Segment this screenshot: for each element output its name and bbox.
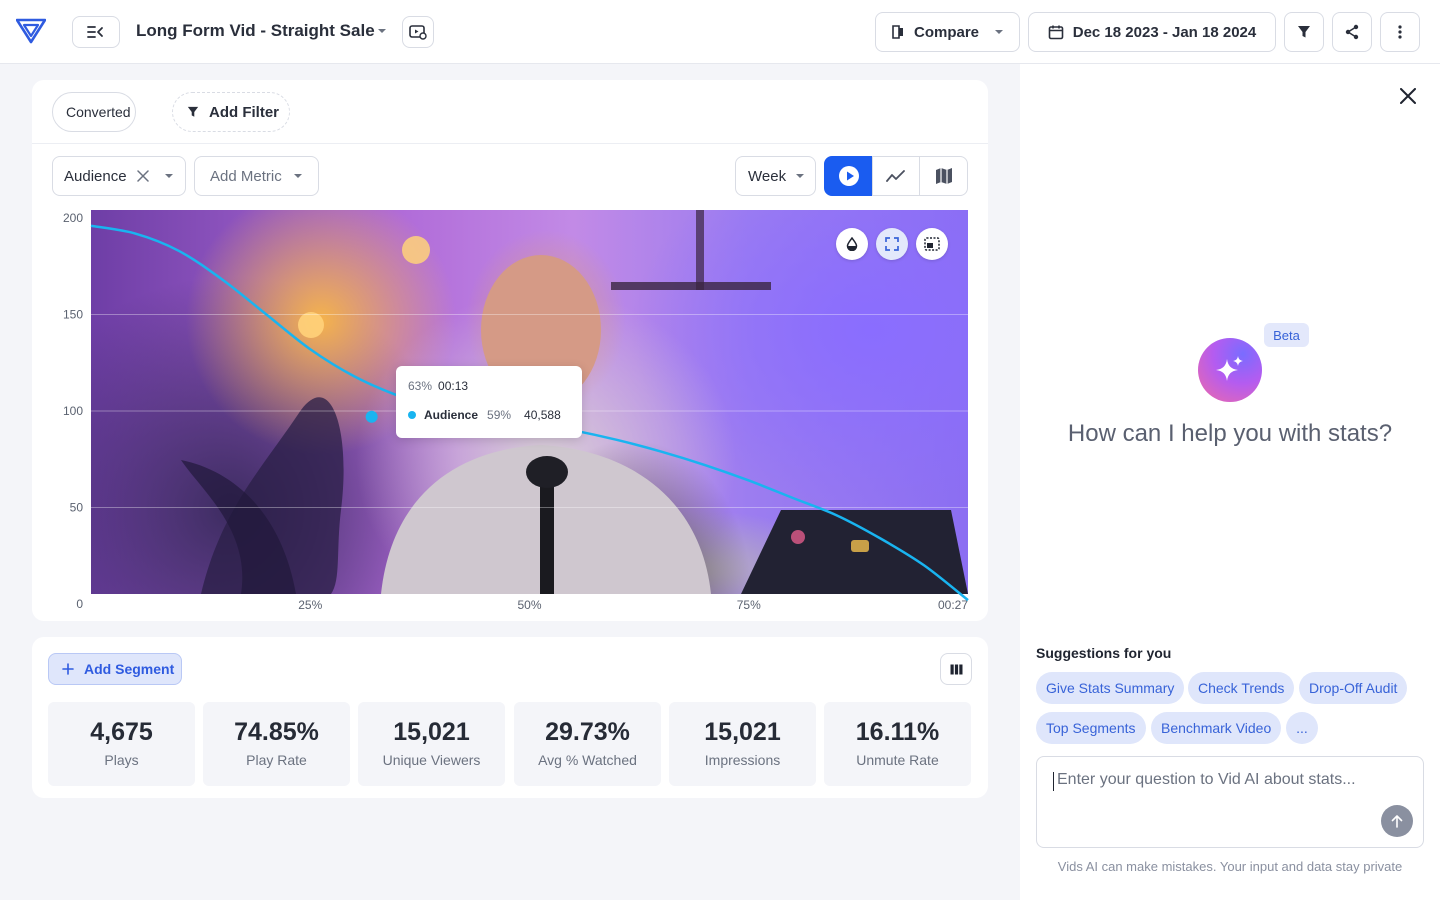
suggestion-chip-benchmark[interactable]: Benchmark Video xyxy=(1151,712,1282,744)
tooltip-time: 00:13 xyxy=(438,379,469,393)
stat-play-rate: 74.85% Play Rate xyxy=(203,702,350,786)
stat-value: 29.73% xyxy=(545,718,630,746)
share-icon xyxy=(1345,24,1359,40)
plus-icon xyxy=(62,663,74,675)
stat-unmute-rate: 16.11% Unmute Rate xyxy=(824,702,971,786)
tooltip-series-dot xyxy=(408,411,416,419)
suggestion-chip-drop-off[interactable]: Drop-Off Audit xyxy=(1299,672,1408,704)
retention-chart: 200 150 100 50 0 25% 50% 75% 00:27 xyxy=(63,211,969,612)
tooltip-value: 40,588 xyxy=(524,408,561,422)
tooltip-series-name: Audience xyxy=(424,408,479,422)
cursor-caret xyxy=(1053,772,1054,791)
close-icon[interactable] xyxy=(1400,88,1416,104)
y-tick-label: 150 xyxy=(63,308,83,322)
more-options-button[interactable] xyxy=(1380,12,1420,52)
y-tick-label: 100 xyxy=(63,404,83,418)
more-vertical-icon xyxy=(1398,25,1402,39)
ai-question-box[interactable]: Enter your question to Vid AI about stat… xyxy=(1036,756,1424,848)
columns-button[interactable] xyxy=(940,653,972,685)
stat-value: 4,675 xyxy=(90,718,153,746)
arrow-up-icon xyxy=(1391,815,1403,828)
suggestion-chip-top-segments[interactable]: Top Segments xyxy=(1036,712,1146,744)
stat-value: 74.85% xyxy=(234,718,319,746)
hover-point[interactable] xyxy=(365,410,378,423)
calendar-icon xyxy=(1048,25,1064,40)
y-tick-label: 200 xyxy=(63,211,83,225)
stat-value: 15,021 xyxy=(393,718,470,746)
ai-heading: How can I help you with stats? xyxy=(1067,420,1393,447)
chart-tooltip: 63% 00:13 Audience 59% 40,588 xyxy=(396,366,582,438)
stat-label: Avg % Watched xyxy=(538,752,637,768)
stat-impressions: 15,021 Impressions xyxy=(669,702,816,786)
date-range-label: Dec 18 2023 - Jan 18 2024 xyxy=(1072,23,1257,41)
date-range-picker[interactable]: Dec 18 2023 - Jan 18 2024 xyxy=(1028,12,1276,52)
stat-plays: 4,675 Plays xyxy=(48,702,195,786)
filter-button[interactable] xyxy=(1284,12,1324,52)
suggestions-title: Suggestions for you xyxy=(1036,645,1172,661)
suggestion-chip-trends[interactable]: Check Trends xyxy=(1188,672,1295,704)
y-tick-label: 50 xyxy=(70,501,84,515)
stat-value: 15,021 xyxy=(704,718,781,746)
stat-label: Unmute Rate xyxy=(856,752,939,768)
share-button[interactable] xyxy=(1332,12,1372,52)
ai-disclaimer: Vids AI can make mistakes. Your input an… xyxy=(1057,859,1403,874)
beta-badge: Beta xyxy=(1264,323,1309,347)
stat-label: Plays xyxy=(104,752,139,768)
tooltip-series-row: Audience 59% 40,588 xyxy=(408,408,561,422)
ai-question-input[interactable]: Enter your question to Vid AI about stat… xyxy=(1057,771,1356,789)
stat-value: 16.11% xyxy=(855,718,940,746)
add-segment-label: Add Segment xyxy=(84,661,175,677)
x-tick-label: 00:27 xyxy=(938,598,968,612)
ai-avatar-icon xyxy=(1198,338,1262,402)
stat-unique-viewers: 15,021 Unique Viewers xyxy=(358,702,505,786)
x-tick-label: 50% xyxy=(517,598,541,612)
sparkle-icon xyxy=(1216,356,1243,381)
suggestion-chip-more[interactable]: ... xyxy=(1286,712,1318,744)
funnel-icon xyxy=(1298,26,1310,38)
stat-avg-watched: 29.73% Avg % Watched xyxy=(514,702,661,786)
tooltip-series-percent: 59% xyxy=(487,408,512,422)
stat-label: Impressions xyxy=(704,752,781,768)
y-tick-label: 0 xyxy=(76,597,83,611)
add-segment-button[interactable]: Add Segment xyxy=(48,653,182,685)
send-button[interactable] xyxy=(1381,805,1413,837)
suggestion-chip-stats-summary[interactable]: Give Stats Summary xyxy=(1036,672,1185,704)
tooltip-time-row: 63% 00:13 xyxy=(408,379,468,393)
stat-label: Play Rate xyxy=(246,752,307,768)
columns-icon xyxy=(950,664,962,674)
x-tick-label: 75% xyxy=(737,598,761,612)
tooltip-percent-time: 63% xyxy=(408,379,433,393)
stat-label: Unique Viewers xyxy=(382,752,481,768)
x-tick-label: 25% xyxy=(298,598,322,612)
